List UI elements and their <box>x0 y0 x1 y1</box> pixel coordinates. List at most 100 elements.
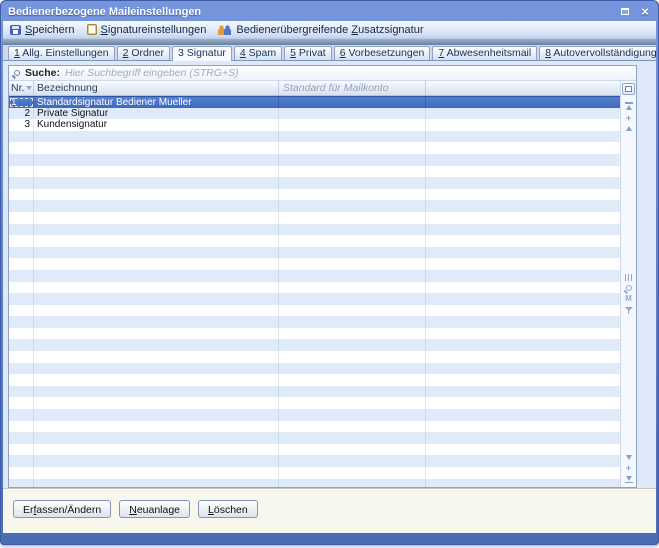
erfassen-aendern-button[interactable]: Erfassen/Ändern <box>13 500 111 518</box>
column-header-nr[interactable]: Nr. <box>9 81 34 95</box>
cell-standard <box>279 212 426 224</box>
tab-allg-einstellungen[interactable]: 1 Allg. Einstellungen <box>8 46 115 60</box>
cell-standard <box>279 316 426 328</box>
empty-row[interactable] <box>9 293 620 305</box>
search-icon <box>14 70 20 76</box>
cell-nr <box>9 282 34 294</box>
record-view-button[interactable]: M <box>625 295 632 303</box>
row-down-button[interactable] <box>626 455 632 460</box>
cell-nr <box>9 235 34 247</box>
empty-row[interactable] <box>9 200 620 212</box>
close-button[interactable]: × <box>637 5 653 19</box>
empty-row[interactable] <box>9 363 620 375</box>
clipboard-icon <box>87 24 97 35</box>
cell-nr <box>9 131 34 143</box>
cross-user-signature-label: Bedienerübergreifende Zusatzsignatur <box>236 24 423 36</box>
empty-row[interactable] <box>9 177 620 189</box>
row-up-button[interactable] <box>626 126 632 131</box>
empty-row[interactable] <box>9 305 620 317</box>
empty-row[interactable] <box>9 467 620 479</box>
grid-main: Nr. Bezeichnung Standard für Mailkonto 1… <box>9 81 636 487</box>
empty-row[interactable] <box>9 386 620 398</box>
search-input[interactable]: Hier Suchbegriff eingeben (STRG+S) <box>65 67 239 79</box>
tab-autovervollstaendigung[interactable]: 8 Autovervollständigung <box>539 46 656 60</box>
column-chooser-icon <box>625 86 632 92</box>
empty-row[interactable] <box>9 409 620 421</box>
tab-signatur[interactable]: 3 Signatur <box>172 46 232 61</box>
table-row[interactable]: 1 Standardsignatur Bediener Mueller <box>9 96 620 108</box>
page-up-button[interactable]: + <box>626 114 631 122</box>
empty-row[interactable] <box>9 432 620 444</box>
empty-row[interactable] <box>9 316 620 328</box>
cell-bezeichnung <box>34 177 279 189</box>
tab-vorbesetzungen[interactable]: 6 Vorbesetzungen <box>334 46 431 60</box>
empty-row[interactable] <box>9 374 620 386</box>
empty-row[interactable] <box>9 479 620 487</box>
row-up-icon <box>626 126 632 131</box>
cell-standard <box>279 166 426 178</box>
window-title: Bedienerbezogene Maileinstellungen <box>8 6 617 18</box>
empty-row[interactable] <box>9 282 620 294</box>
grid-search-button[interactable] <box>626 285 632 291</box>
column-header-empty[interactable] <box>426 81 620 95</box>
dialog-window: Bedienerbezogene Maileinstellungen × Spe… <box>0 0 659 545</box>
empty-row[interactable] <box>9 455 620 467</box>
tab-spam[interactable]: 4 Spam <box>234 46 282 60</box>
cell-standard <box>279 108 426 120</box>
column-header-standard-mailkonto[interactable]: Standard für Mailkonto <box>279 81 426 95</box>
empty-row[interactable] <box>9 270 620 282</box>
page-down-button[interactable]: + <box>626 464 631 472</box>
cell-standard <box>279 421 426 433</box>
loeschen-button[interactable]: Löschen <box>198 500 258 518</box>
scroll-to-bottom-button[interactable] <box>625 476 633 484</box>
cross-user-signature-button[interactable]: Bedienerübergreifende Zusatzsignatur <box>215 23 428 37</box>
table-row[interactable]: 2 Private Signatur <box>9 108 620 120</box>
empty-row[interactable] <box>9 351 620 363</box>
cell-bezeichnung <box>34 154 279 166</box>
column-chooser-button[interactable] <box>622 83 635 95</box>
cell-standard <box>279 409 426 421</box>
filter-button[interactable] <box>625 307 633 311</box>
column-header-bezeichnung[interactable]: Bezeichnung <box>34 81 279 95</box>
empty-row[interactable] <box>9 224 620 236</box>
column-width-button[interactable] <box>625 274 632 281</box>
restore-button[interactable] <box>617 5 633 19</box>
cell-empty <box>426 224 620 236</box>
cell-empty <box>426 351 620 363</box>
signature-settings-button[interactable]: Signatureinstellungen <box>84 23 212 37</box>
tab-ordner[interactable]: 2 Ordner <box>117 46 170 60</box>
cell-empty <box>426 235 620 247</box>
scroll-to-bottom-icon <box>625 482 633 484</box>
empty-row[interactable] <box>9 131 620 143</box>
cell-empty <box>426 258 620 270</box>
grid-search-bar[interactable]: Suche: Hier Suchbegriff eingeben (STRG+S… <box>9 66 636 81</box>
filter-icon <box>625 307 633 311</box>
cell-nr <box>9 455 34 467</box>
tab-privat[interactable]: 5 Privat <box>284 46 332 60</box>
tab-abwesenheitsmail[interactable]: 7 Abwesenheitsmail <box>432 46 537 60</box>
cell-standard <box>279 282 426 294</box>
table-row[interactable]: 3 Kundensignatur <box>9 119 620 131</box>
empty-row[interactable] <box>9 397 620 409</box>
empty-row[interactable] <box>9 247 620 259</box>
cell-standard <box>279 432 426 444</box>
empty-row[interactable] <box>9 258 620 270</box>
empty-row[interactable] <box>9 166 620 178</box>
empty-row[interactable] <box>9 444 620 456</box>
scroll-to-top-button[interactable] <box>625 102 633 110</box>
neuanlage-button[interactable]: Neuanlage <box>119 500 190 518</box>
page-up-icon: + <box>626 114 631 122</box>
empty-row[interactable] <box>9 339 620 351</box>
save-button[interactable]: Speichern <box>7 23 80 37</box>
empty-row[interactable] <box>9 142 620 154</box>
empty-row[interactable] <box>9 189 620 201</box>
empty-row[interactable] <box>9 328 620 340</box>
titlebar[interactable]: Bedienerbezogene Maileinstellungen × <box>0 0 659 20</box>
empty-row[interactable] <box>9 212 620 224</box>
empty-row[interactable] <box>9 235 620 247</box>
cell-bezeichnung <box>34 189 279 201</box>
empty-row[interactable] <box>9 154 620 166</box>
cell-empty <box>426 467 620 479</box>
cell-standard <box>279 247 426 259</box>
empty-row[interactable] <box>9 421 620 433</box>
